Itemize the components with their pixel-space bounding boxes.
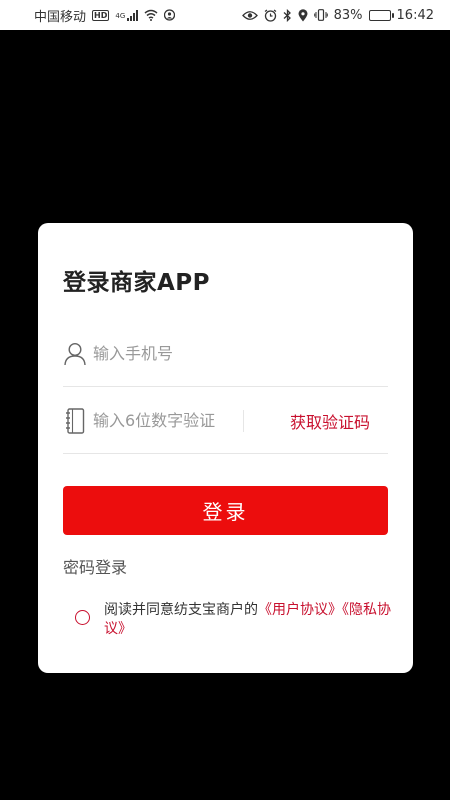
wifi-icon [144,9,158,21]
page-title: 登录商家APP [63,270,211,296]
user-agreement-link[interactable]: 《用户协议》 [258,602,342,618]
agreement-radio[interactable] [75,610,90,625]
eye-icon [241,10,258,21]
battery-icon [368,9,394,21]
shield-icon [164,9,176,21]
field-divider [243,409,244,432]
verification-code-input[interactable] [93,411,233,430]
status-bar: 中国移动 HD 4G 83% 16:42 [0,0,450,30]
login-card: 登录商家APP 获取验证码 登录 密码登录 阅读并同意纺支宝商户的《用户协议》《… [38,223,413,673]
alarm-icon [264,9,277,22]
agreement-text: 阅读并同意纺支宝商户的《用户协议》《隐私协议》 [104,601,394,639]
status-left: 中国移动 HD 4G [34,6,176,25]
get-code-button[interactable]: 获取验证码 [290,409,388,433]
agreement-prefix: 阅读并同意纺支宝商户的 [104,602,258,618]
login-button[interactable]: 登录 [63,486,388,535]
agreement-row: 阅读并同意纺支宝商户的《用户协议》《隐私协议》 [75,601,395,639]
vibrate-icon [313,9,328,21]
status-right: 83% 16:42 [241,7,434,23]
password-login-link[interactable]: 密码登录 [63,554,127,578]
notebook-icon [63,407,87,435]
location-icon [298,8,308,22]
clock-time: 16:42 [396,7,434,23]
user-icon [63,340,87,368]
signal-icon [127,9,139,21]
code-field-row: 获取验证码 [63,388,388,454]
hd-badge: HD [92,9,110,21]
phone-field-row [63,321,388,387]
battery-percent: 83% [333,7,363,23]
phone-input[interactable] [93,344,373,363]
network-type: 4G [115,11,126,20]
bluetooth-icon [283,8,292,22]
carrier-name: 中国移动 [34,9,87,25]
